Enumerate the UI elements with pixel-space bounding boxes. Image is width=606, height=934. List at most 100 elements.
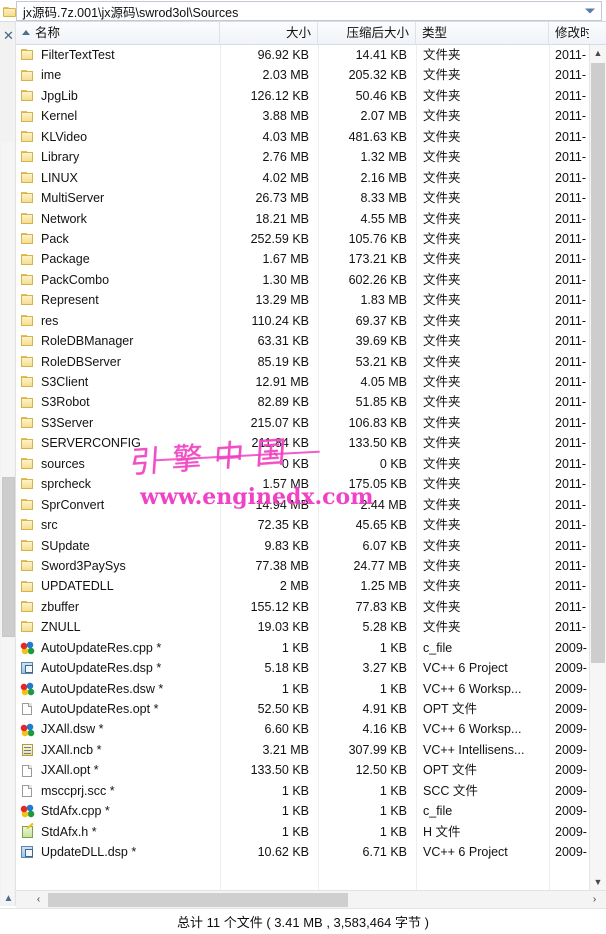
- table-row[interactable]: LINUX 4.02 MB 2.16 MB 文件夹 2011-: [16, 168, 589, 188]
- cell-name[interactable]: AutoUpdateRes.opt *: [16, 699, 220, 719]
- close-icon[interactable]: ✕: [2, 30, 15, 43]
- table-row[interactable]: src 72.35 KB 45.65 KB 文件夹 2011-: [16, 515, 589, 535]
- outer-vertical-scrollbar-track[interactable]: [1, 142, 15, 902]
- cell-name[interactable]: Library: [16, 147, 220, 167]
- table-row[interactable]: JXAll.dsw * 6.60 KB 4.16 KB VC++ 6 Worksp..…: [16, 719, 589, 739]
- table-row[interactable]: AutoUpdateRes.dsw * 1 KB 1 KB VC++ 6 Worksp…: [16, 679, 589, 699]
- cell-name[interactable]: msccprj.scc *: [16, 781, 220, 801]
- table-row[interactable]: MultiServer 26.73 MB 8.33 MB 文件夹 2011-: [16, 188, 589, 208]
- table-row[interactable]: ZNULL 19.03 KB 5.28 KB 文件夹 2011-: [16, 617, 589, 637]
- address-combobox[interactable]: jx源码.7z.001\jx源码\swrod3ol\Sources: [3, 1, 602, 21]
- table-row[interactable]: UpdateDLL.dsp * 10.62 KB 6.71 KB VC++ 6 Pro…: [16, 842, 589, 862]
- table-row[interactable]: Kernel 3.88 MB 2.07 MB 文件夹 2011-: [16, 106, 589, 126]
- cell-name[interactable]: AutoUpdateRes.cpp *: [16, 638, 220, 658]
- table-row[interactable]: StdAfx.h * 1 KB 1 KB H 文件 2009-: [16, 822, 589, 842]
- cell-name[interactable]: JXAll.ncb *: [16, 740, 220, 760]
- cell-name[interactable]: StdAfx.cpp *: [16, 801, 220, 821]
- table-row[interactable]: AutoUpdateRes.opt * 52.50 KB 4.91 KB OPT 文件…: [16, 699, 589, 719]
- table-row[interactable]: SUpdate 9.83 KB 6.07 KB 文件夹 2011-: [16, 536, 589, 556]
- table-row[interactable]: sprcheck 1.57 MB 175.05 KB 文件夹 2011-: [16, 474, 589, 494]
- scroll-down-icon[interactable]: ▼: [590, 874, 606, 890]
- table-row[interactable]: S3Server 215.07 KB 106.83 KB 文件夹 2011-: [16, 413, 589, 433]
- cell-name[interactable]: ZNULL: [16, 617, 220, 637]
- table-row[interactable]: zbuffer 155.12 KB 77.83 KB 文件夹 2011-: [16, 597, 589, 617]
- column-header-name[interactable]: 名称: [16, 22, 220, 45]
- cell-name[interactable]: MultiServer: [16, 188, 220, 208]
- outer-vertical-scrollbar-thumb[interactable]: [2, 477, 15, 637]
- table-row[interactable]: S3Client 12.91 MB 4.05 MB 文件夹 2011-: [16, 372, 589, 392]
- cell-name[interactable]: AutoUpdateRes.dsp *: [16, 658, 220, 678]
- table-row[interactable]: SERVERCONFIG 211.84 KB 133.50 KB 文件夹 2011-: [16, 433, 589, 453]
- table-row[interactable]: StdAfx.cpp * 1 KB 1 KB c_file 2009-: [16, 801, 589, 821]
- table-row[interactable]: PackCombo 1.30 MB 602.26 KB 文件夹 2011-: [16, 270, 589, 290]
- cell-name[interactable]: SERVERCONFIG: [16, 433, 220, 453]
- cell-name[interactable]: Network: [16, 209, 220, 229]
- cell-name[interactable]: RoleDBServer: [16, 352, 220, 372]
- table-row[interactable]: S3Robot 82.89 KB 51.85 KB 文件夹 2011-: [16, 392, 589, 412]
- table-row[interactable]: AutoUpdateRes.cpp * 1 KB 1 KB c_file 2009-: [16, 638, 589, 658]
- table-row[interactable]: Pack 252.59 KB 105.76 KB 文件夹 2011-: [16, 229, 589, 249]
- list-horizontal-scrollbar[interactable]: ‹ ›: [16, 890, 606, 908]
- list-vertical-scrollbar-thumb[interactable]: [591, 63, 605, 663]
- table-row[interactable]: JXAll.ncb * 3.21 MB 307.99 KB VC++ Intellis…: [16, 740, 589, 760]
- table-row[interactable]: AutoUpdateRes.dsp * 5.18 KB 3.27 KB VC++ 6 …: [16, 658, 589, 678]
- cell-name[interactable]: StdAfx.h *: [16, 822, 220, 842]
- table-row[interactable]: UPDATEDLL 2 MB 1.25 MB 文件夹 2011-: [16, 576, 589, 596]
- outer-scroll-up-icon[interactable]: ▲: [2, 892, 15, 905]
- column-header-type[interactable]: 类型: [416, 22, 549, 45]
- cell-name[interactable]: zbuffer: [16, 597, 220, 617]
- column-header-size[interactable]: 大小: [220, 22, 318, 45]
- file-list-rows[interactable]: FilterTextTest 96.92 KB 14.41 KB 文件夹 2011- im…: [16, 45, 589, 890]
- cell-name[interactable]: S3Robot: [16, 392, 220, 412]
- table-row[interactable]: KLVideo 4.03 MB 481.63 KB 文件夹 2011-: [16, 127, 589, 147]
- cell-name[interactable]: SprConvert: [16, 495, 220, 515]
- cell-name[interactable]: UpdateDLL.dsp *: [16, 842, 220, 862]
- table-row[interactable]: Library 2.76 MB 1.32 MB 文件夹 2011-: [16, 147, 589, 167]
- cell-name[interactable]: JpgLib: [16, 86, 220, 106]
- scroll-left-icon[interactable]: ‹: [30, 891, 47, 908]
- cell-name[interactable]: RoleDBManager: [16, 331, 220, 351]
- cell-name[interactable]: AutoUpdateRes.dsw *: [16, 679, 220, 699]
- table-row[interactable]: Package 1.67 MB 173.21 KB 文件夹 2011-: [16, 249, 589, 269]
- cell-name[interactable]: JXAll.opt *: [16, 760, 220, 780]
- cell-name[interactable]: Kernel: [16, 106, 220, 126]
- table-row[interactable]: Sword3PaySys 77.38 MB 24.77 MB 文件夹 2011-: [16, 556, 589, 576]
- chevron-down-icon[interactable]: [585, 8, 595, 14]
- cell-name[interactable]: FilterTextTest: [16, 45, 220, 65]
- column-header-modified[interactable]: 修改时: [549, 22, 589, 45]
- table-row[interactable]: JpgLib 126.12 KB 50.46 KB 文件夹 2011-: [16, 86, 589, 106]
- cell-name[interactable]: S3Client: [16, 372, 220, 392]
- cell-name[interactable]: PackCombo: [16, 270, 220, 290]
- table-row[interactable]: Network 18.21 MB 4.55 MB 文件夹 2011-: [16, 209, 589, 229]
- table-row[interactable]: FilterTextTest 96.92 KB 14.41 KB 文件夹 2011-: [16, 45, 589, 65]
- table-row[interactable]: SprConvert 14.94 MB 2.44 MB 文件夹 2011-: [16, 495, 589, 515]
- cell-name[interactable]: sources: [16, 454, 220, 474]
- cell-name[interactable]: res: [16, 311, 220, 331]
- cell-name[interactable]: JXAll.dsw *: [16, 719, 220, 739]
- table-row[interactable]: RoleDBServer 85.19 KB 53.21 KB 文件夹 2011-: [16, 352, 589, 372]
- list-vertical-scrollbar[interactable]: ▲ ▼: [589, 45, 606, 890]
- cell-name[interactable]: Pack: [16, 229, 220, 249]
- cell-name[interactable]: KLVideo: [16, 127, 220, 147]
- cell-name[interactable]: Represent: [16, 290, 220, 310]
- table-row[interactable]: Represent 13.29 MB 1.83 MB 文件夹 2011-: [16, 290, 589, 310]
- scroll-right-icon[interactable]: ›: [586, 891, 603, 908]
- column-header-packed-size[interactable]: 压缩后大小: [318, 22, 416, 45]
- table-row[interactable]: JXAll.opt * 133.50 KB 12.50 KB OPT 文件 2009-: [16, 760, 589, 780]
- cell-name[interactable]: Package: [16, 249, 220, 269]
- table-row[interactable]: ime 2.03 MB 205.32 KB 文件夹 2011-: [16, 65, 589, 85]
- scroll-up-icon[interactable]: ▲: [590, 45, 606, 61]
- table-row[interactable]: res 110.24 KB 69.37 KB 文件夹 2011-: [16, 311, 589, 331]
- cell-name[interactable]: ime: [16, 65, 220, 85]
- cell-name[interactable]: S3Server: [16, 413, 220, 433]
- table-row[interactable]: RoleDBManager 63.31 KB 39.69 KB 文件夹 2011-: [16, 331, 589, 351]
- cell-name[interactable]: UPDATEDLL: [16, 576, 220, 596]
- list-horizontal-scrollbar-thumb[interactable]: [48, 893, 348, 907]
- table-row[interactable]: sources 0 KB 0 KB 文件夹 2011-: [16, 454, 589, 474]
- cell-name[interactable]: Sword3PaySys: [16, 556, 220, 576]
- cell-name[interactable]: src: [16, 515, 220, 535]
- cell-name[interactable]: SUpdate: [16, 536, 220, 556]
- cell-name[interactable]: sprcheck: [16, 474, 220, 494]
- cell-name[interactable]: LINUX: [16, 168, 220, 188]
- table-row[interactable]: msccprj.scc * 1 KB 1 KB SCC 文件 2009-: [16, 781, 589, 801]
